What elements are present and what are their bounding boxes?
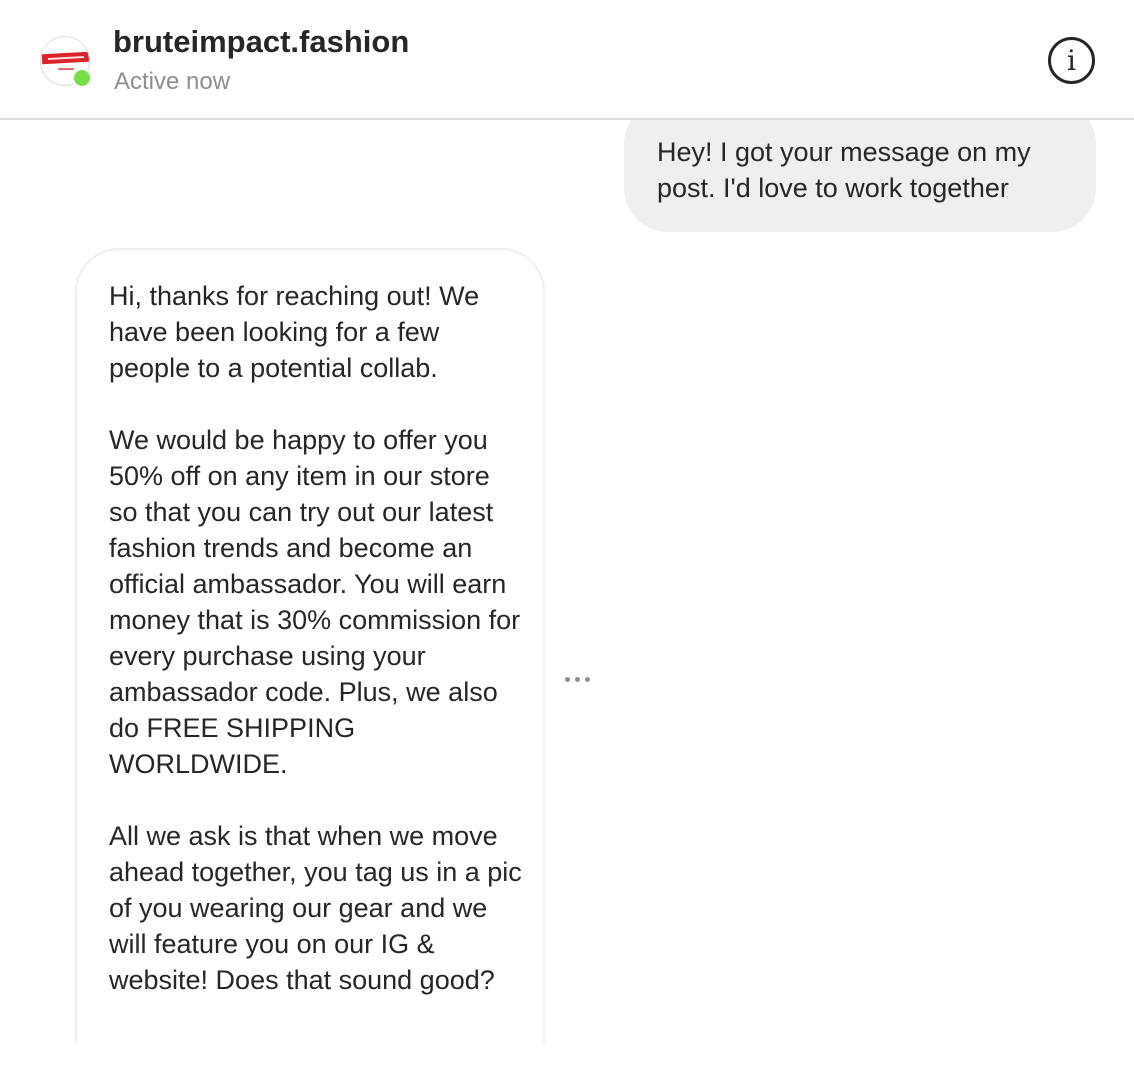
brand-logo-icon [41, 51, 89, 65]
message-paragraph: All we ask is that when we move ahead to… [109, 821, 522, 995]
chat-header: bruteimpact.fashion Active now i [0, 0, 1134, 120]
more-horizontal-icon [565, 677, 570, 682]
message-thread[interactable]: Hey! I got your message on my post. I'd … [0, 120, 1134, 1044]
incoming-message-bubble[interactable]: Hi, thanks for reaching out! We have bee… [75, 248, 545, 1044]
message-options-button[interactable] [560, 667, 596, 691]
activity-status: Active now [114, 68, 231, 95]
info-icon: i [1067, 44, 1076, 77]
message-paragraph: Hi, thanks for reaching out! We have bee… [109, 281, 480, 383]
outgoing-message-bubble[interactable]: Hey! I got your message on my post. I'd … [624, 120, 1096, 232]
message-text: Hey! I got your message on my post. I'd … [657, 137, 1031, 203]
message-paragraph: We would be happy to offer you 50% off o… [109, 425, 521, 779]
online-status-dot [72, 68, 92, 88]
conversation-info-button[interactable]: i [1048, 37, 1095, 84]
chat-username[interactable]: bruteimpact.fashion [113, 24, 409, 60]
